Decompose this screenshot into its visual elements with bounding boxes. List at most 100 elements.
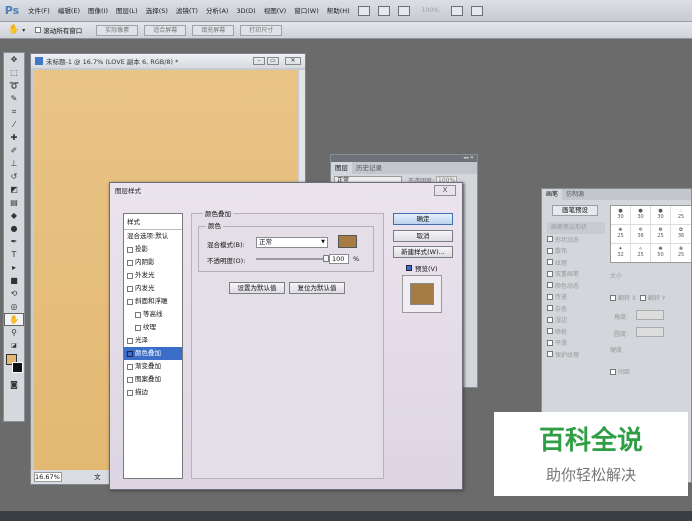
brush-option-item[interactable]: 喷枪 (547, 326, 605, 338)
menu-filter[interactable]: 滤镜(T) (172, 0, 202, 22)
document-tab[interactable]: 未标题-1 @ 16.7% (LOVE 副本 6, RGB/8) * – ▭ ✕ (31, 54, 305, 68)
brush-option-item[interactable]: 画笔笔尖形状 (547, 222, 605, 234)
brush-tool-icon[interactable]: ✐ (4, 144, 24, 157)
style-satin[interactable]: 光泽 (124, 334, 182, 347)
brush-option-item[interactable]: 平滑 (547, 337, 605, 349)
preview-option[interactable]: 预览(V) (406, 263, 438, 273)
tab-clone-source[interactable]: 仿制源 (562, 189, 588, 200)
brush-tip[interactable]: ∴ 25 (671, 206, 691, 225)
zoom-tool-icon[interactable]: ⚲ (4, 326, 24, 339)
arrange-documents-icon[interactable] (450, 5, 463, 16)
3d-orbit-tool-icon[interactable]: ◎ (4, 300, 24, 313)
style-texture[interactable]: 纹理 (124, 321, 182, 334)
brush-tip[interactable]: ● 30 (631, 206, 651, 225)
menu-file[interactable]: 文件(F) (24, 0, 54, 22)
style-pattern-overlay[interactable]: 图案叠加 (124, 373, 182, 386)
path-selection-tool-icon[interactable]: ▸ (4, 261, 24, 274)
hand-tool-icon[interactable]: ✋ (8, 25, 19, 35)
print-size-button[interactable]: 打印尺寸 (240, 24, 283, 36)
style-contour[interactable]: 等高线 (124, 308, 182, 321)
view-extras-icon[interactable] (397, 5, 410, 16)
brush-tip[interactable]: ❁ 25 (651, 225, 671, 244)
quick-mask-icon[interactable]: ◙ (4, 378, 24, 391)
style-blending-options[interactable]: 混合选项:默认 (124, 230, 182, 243)
lasso-tool-icon[interactable]: ➰ (4, 79, 24, 92)
style-list-header[interactable]: 样式 (124, 214, 182, 230)
zoom-level[interactable]: 100% (422, 7, 439, 14)
checkmark-icon[interactable] (127, 350, 133, 357)
bridge-icon[interactable] (357, 5, 370, 16)
flip-y-option[interactable]: 翻转 Y (640, 293, 666, 302)
dodge-tool-icon[interactable]: ● (4, 222, 24, 235)
mini-bridge-icon[interactable] (377, 5, 390, 16)
default-colors-icon[interactable]: ◪ (4, 339, 24, 352)
menu-window[interactable]: 窗口(W) (290, 0, 323, 22)
tool-preset-dropdown-icon[interactable]: ▾ (22, 27, 25, 34)
panel-collapse-bar[interactable]: ◂◂ ✕ (331, 155, 477, 162)
quick-select-tool-icon[interactable]: ✎ (4, 92, 24, 105)
brush-option-item[interactable]: 湿边 (547, 314, 605, 326)
brush-tip[interactable]: ❀ 25 (611, 225, 631, 244)
brush-tip[interactable]: ✲ 36 (631, 225, 651, 244)
new-style-button[interactable]: 新建样式(W)... (393, 246, 453, 258)
blur-tool-icon[interactable]: ◆ (4, 209, 24, 222)
overlay-color-swatch[interactable] (338, 235, 357, 248)
move-tool-icon[interactable]: ✥ (4, 53, 24, 66)
menu-image[interactable]: 图像(I) (84, 0, 112, 22)
menu-3d[interactable]: 3D(D) (232, 0, 259, 22)
flip-x-option[interactable]: 翻转 X (610, 293, 636, 302)
roundness-field[interactable] (636, 327, 664, 337)
eraser-tool-icon[interactable]: ◩ (4, 183, 24, 196)
style-inner-glow[interactable]: 内发光 (124, 282, 182, 295)
brush-option-item[interactable]: 纹理 (547, 257, 605, 269)
brush-tip-grid[interactable]: ● 30 ● 30 ● 30 ∴ 25 ❀ 25 ✲ 36 ❁ 25 ✿ 36 ✦ 32 ✧ 25 … (610, 205, 692, 263)
history-brush-tool-icon[interactable]: ↺ (4, 170, 24, 183)
brush-option-item[interactable]: 颜色动态 (547, 280, 605, 292)
brush-preset-button[interactable]: 画笔预设 (552, 205, 598, 216)
opacity-field[interactable]: 100 (329, 254, 349, 264)
set-default-button[interactable]: 设置为默认值 (229, 282, 285, 294)
style-stroke[interactable]: 描边 (124, 386, 182, 399)
brush-tip[interactable]: ● 30 (651, 206, 671, 225)
dialog-close-button[interactable]: X (434, 185, 456, 196)
document-zoom[interactable]: 16.67% (34, 472, 62, 482)
3d-rotate-tool-icon[interactable]: ⟲ (4, 287, 24, 300)
brush-tip[interactable]: ❋ 25 (671, 244, 691, 262)
style-inner-shadow[interactable]: 内阴影 (124, 256, 182, 269)
menu-help[interactable]: 帮助(H) (323, 0, 354, 22)
brush-option-item[interactable]: 双重画笔 (547, 268, 605, 280)
style-outer-glow[interactable]: 外发光 (124, 269, 182, 282)
brush-tip[interactable]: ● 30 (611, 206, 631, 225)
marquee-tool-icon[interactable]: ⬚ (4, 66, 24, 79)
brush-option-item[interactable]: 形状动态 (547, 234, 605, 246)
angle-field[interactable] (636, 310, 664, 320)
style-bevel-emboss[interactable]: 斜面和浮雕 (124, 295, 182, 308)
brush-option-item[interactable]: 保护纹理 (547, 349, 605, 361)
reset-default-button[interactable]: 复位为默认值 (289, 282, 345, 294)
cancel-button[interactable]: 取消 (393, 230, 453, 242)
style-gradient-overlay[interactable]: 渐变叠加 (124, 360, 182, 373)
style-color-overlay[interactable]: 颜色叠加 (124, 347, 182, 360)
menu-analysis[interactable]: 分析(A) (202, 0, 233, 22)
spacing-option[interactable]: 间距 (610, 367, 630, 376)
menu-view[interactable]: 视图(V) (260, 0, 291, 22)
scroll-all-windows-checkbox[interactable] (35, 27, 42, 33)
brush-option-item[interactable]: 传递 (547, 291, 605, 303)
restore-icon[interactable]: ▭ (267, 57, 279, 65)
blend-mode-select[interactable]: 正常 ▼ (256, 237, 328, 248)
crop-tool-icon[interactable]: ⌗ (4, 105, 24, 118)
pen-tool-icon[interactable]: ✒ (4, 235, 24, 248)
fill-screen-button[interactable]: 填充屏幕 (192, 24, 235, 36)
ok-button[interactable]: 确定 (393, 213, 453, 225)
actual-pixels-button[interactable]: 实际像素 (96, 24, 139, 36)
type-tool-icon[interactable]: T (4, 248, 24, 261)
menu-select[interactable]: 选择(S) (142, 0, 172, 22)
eyedropper-tool-icon[interactable]: ⁄ (4, 118, 24, 131)
tab-layers[interactable]: 图层 (331, 162, 352, 174)
minimize-icon[interactable]: – (253, 57, 265, 65)
brush-tip[interactable]: ✿ 36 (671, 225, 691, 244)
brush-tip[interactable]: ✧ 25 (631, 244, 651, 262)
healing-brush-tool-icon[interactable]: ✚ (4, 131, 24, 144)
preview-checkbox[interactable] (406, 265, 412, 271)
background-color-swatch[interactable] (12, 362, 23, 373)
